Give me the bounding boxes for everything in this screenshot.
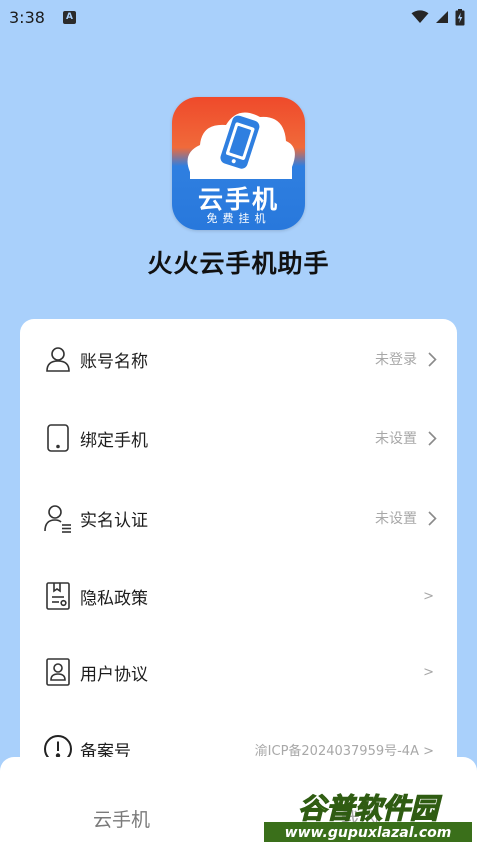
status-left: 3:38 A [9, 8, 76, 27]
menu-item-label: 绑定手机 [80, 430, 148, 451]
icp-number: 渝ICP备2024037959号-4A > [254, 743, 434, 759]
signal-icon [436, 11, 448, 23]
menu-item-value: 未设置 [375, 511, 417, 527]
menu-card: 账号名称 未登录 绑定手机 未设置 实名认证 未设置 隐私政策 > 用户协议 >… [20, 319, 457, 779]
menu-item-account[interactable]: 账号名称 未登录 [20, 329, 457, 389]
app-logo: 云手机 免费挂机 [172, 97, 305, 230]
id-verify-icon [43, 503, 73, 533]
menu-item-value: 未设置 [375, 431, 417, 447]
app-name: 火火云手机助手 [147, 249, 330, 278]
watermark-url: www.gupuxlazal.com [285, 825, 452, 841]
watermark-title: 谷普软件园 [298, 792, 442, 825]
menu-item-label: 账号名称 [80, 351, 148, 372]
user-agreement-icon [43, 657, 73, 687]
menu-item-privacy-policy[interactable]: 隐私政策 > [20, 566, 457, 626]
menu-item-bind-phone[interactable]: 绑定手机 未设置 [20, 408, 457, 468]
status-bar: 3:38 A [0, 0, 477, 34]
menu-item-value: > [423, 588, 434, 604]
tab-cloud-phone[interactable]: 云手机 [93, 805, 150, 832]
user-icon [43, 344, 73, 374]
battery-charging-icon [455, 8, 465, 25]
chevron-right-icon [425, 509, 439, 527]
menu-item-real-name[interactable]: 实名认证 未设置 [20, 488, 457, 548]
privacy-document-icon [43, 581, 73, 611]
menu-item-value: > [423, 664, 434, 680]
watermark: 谷普软件园 www.gupuxlazal.com [262, 786, 474, 844]
menu-item-value: 未登录 [375, 352, 417, 368]
chevron-right-icon [425, 429, 439, 447]
status-time: 3:38 [9, 7, 45, 27]
menu-item-label: 用户协议 [80, 664, 148, 685]
wifi-icon [411, 10, 429, 23]
menu-item-user-agreement[interactable]: 用户协议 > [20, 642, 457, 702]
screen: 3:38 A 云手机 免费挂机 火火云手机助手 账号名称 未登录 绑定手机 未设… [0, 0, 477, 848]
chevron-right-icon [425, 350, 439, 368]
status-icons [411, 8, 465, 26]
logo-subtitle: 免费挂机 [206, 212, 271, 225]
menu-item-label: 隐私政策 [80, 588, 148, 609]
menu-item-label: 实名认证 [80, 510, 148, 531]
tablet-icon [43, 423, 73, 453]
a-icon: A [62, 10, 76, 24]
